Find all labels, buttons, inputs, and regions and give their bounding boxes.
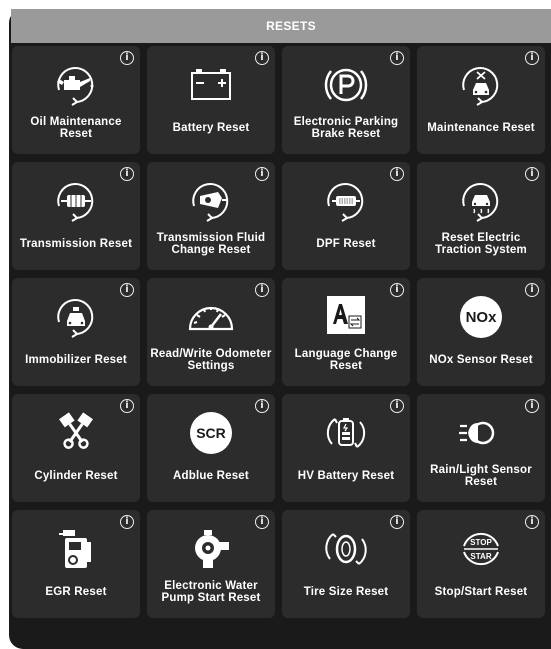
tile-label: Oil Maintenance Reset [30, 116, 122, 140]
tile-label: Cylinder Reset [34, 470, 118, 482]
info-icon[interactable]: i [525, 167, 539, 181]
tile-nox-sensor-reset[interactable]: i NOx NOx Sensor Reset [417, 278, 545, 386]
battery-icon [183, 60, 239, 110]
stop-start-icon: STOP STAR [453, 524, 509, 574]
tile-transmission-reset[interactable]: i Transmission Reset [12, 162, 140, 270]
tile-cylinder-reset[interactable]: i Cylinder Reset [12, 394, 140, 502]
tile-label: EGR Reset [45, 586, 107, 598]
tile-rain-light-sensor-reset[interactable]: i Rain/Light Sensor Reset [417, 394, 545, 502]
tile-reset-electric-traction-system[interactable]: i Reset Electric Traction System [417, 162, 545, 270]
info-icon[interactable]: i [120, 283, 134, 297]
odometer-icon [183, 292, 239, 342]
tile-read-write-odometer-settings[interactable]: i Read/Write Odometer Settings [147, 278, 275, 386]
tire-icon [318, 524, 374, 574]
dpf-filter-icon [318, 176, 374, 226]
headlight-icon [453, 408, 509, 458]
tile-battery-reset[interactable]: i Battery Reset [147, 46, 275, 154]
tile-label: NOx Sensor Reset [429, 354, 533, 366]
info-icon[interactable]: i [255, 283, 269, 297]
car-service-icon [453, 60, 509, 110]
tile-label: Electronic Water Pump Start Reset [161, 580, 261, 604]
info-icon[interactable]: i [120, 399, 134, 413]
start-text: STAR [470, 552, 491, 561]
tile-label: Tire Size Reset [303, 586, 389, 598]
tile-label: Immobilizer Reset [25, 354, 127, 366]
tile-label: Electronic Parking Brake Reset [293, 116, 399, 140]
water-pump-icon [183, 524, 239, 574]
info-icon[interactable]: i [525, 399, 539, 413]
tile-label: Transmission Fluid Change Reset [156, 232, 266, 256]
tile-label: Battery Reset [172, 122, 250, 134]
scr-icon: SCR [183, 408, 239, 458]
info-icon[interactable]: i [390, 399, 404, 413]
page-title-bar: RESETS [11, 9, 551, 43]
parking-brake-icon [318, 60, 374, 110]
language-icon [318, 292, 374, 342]
hv-battery-icon [318, 408, 374, 458]
tile-label: HV Battery Reset [297, 470, 395, 482]
info-icon[interactable]: i [255, 167, 269, 181]
tile-language-change-reset[interactable]: i Language Change Reset [282, 278, 410, 386]
info-icon[interactable]: i [390, 51, 404, 65]
tile-stop-start-reset[interactable]: i STOP STAR Stop/Start Reset [417, 510, 545, 618]
tile-label: Maintenance Reset [427, 122, 535, 134]
tile-electronic-parking-brake-reset[interactable]: i Electronic Parking Brake Reset [282, 46, 410, 154]
tile-dpf-reset[interactable]: i DPF Reset [282, 162, 410, 270]
tile-label: Reset Electric Traction System [435, 232, 527, 256]
info-icon[interactable]: i [120, 51, 134, 65]
transmission-icon [48, 176, 104, 226]
nox-icon: NOx [453, 292, 509, 342]
egr-valve-icon [48, 524, 104, 574]
tile-egr-reset[interactable]: i EGR Reset [12, 510, 140, 618]
tile-maintenance-reset[interactable]: i Maintenance Reset [417, 46, 545, 154]
tile-hv-battery-reset[interactable]: i HV Battery Reset [282, 394, 410, 502]
tile-label: Stop/Start Reset [434, 586, 528, 598]
tile-electronic-water-pump-start-reset[interactable]: i Electronic Water Pump Start Reset [147, 510, 275, 618]
info-icon[interactable]: i [255, 515, 269, 529]
info-icon[interactable]: i [525, 515, 539, 529]
transmission-fluid-icon [183, 176, 239, 226]
info-icon[interactable]: i [120, 167, 134, 181]
pistons-icon [48, 408, 104, 458]
tile-transmission-fluid-change-reset[interactable]: i Transmission Fluid Change Reset [147, 162, 275, 270]
page-title: RESETS [266, 19, 316, 33]
info-icon[interactable]: i [525, 283, 539, 297]
info-icon[interactable]: i [255, 399, 269, 413]
tile-tire-size-reset[interactable]: i Tire Size Reset [282, 510, 410, 618]
tile-label: Read/Write Odometer Settings [150, 348, 272, 372]
scr-badge-text: SCR [190, 412, 232, 454]
traction-control-icon [453, 176, 509, 226]
tile-adblue-reset[interactable]: i SCR Adblue Reset [147, 394, 275, 502]
stop-text: STOP [470, 538, 492, 547]
immobilizer-icon [48, 292, 104, 342]
info-icon[interactable]: i [525, 51, 539, 65]
oil-can-icon [48, 60, 104, 110]
tile-label: Language Change Reset [294, 348, 398, 372]
info-icon[interactable]: i [255, 51, 269, 65]
nox-badge-text: NOx [460, 296, 502, 338]
tile-immobilizer-reset[interactable]: i Immobilizer Reset [12, 278, 140, 386]
info-icon[interactable]: i [390, 515, 404, 529]
tile-label: DPF Reset [316, 238, 376, 250]
tile-label: Transmission Reset [19, 238, 133, 250]
info-icon[interactable]: i [390, 167, 404, 181]
tile-label: Adblue Reset [173, 470, 249, 482]
info-icon[interactable]: i [390, 283, 404, 297]
tile-label: Rain/Light Sensor Reset [430, 464, 532, 488]
tile-oil-maintenance-reset[interactable]: i Oil Maintenance Reset [12, 46, 140, 154]
info-icon[interactable]: i [120, 515, 134, 529]
